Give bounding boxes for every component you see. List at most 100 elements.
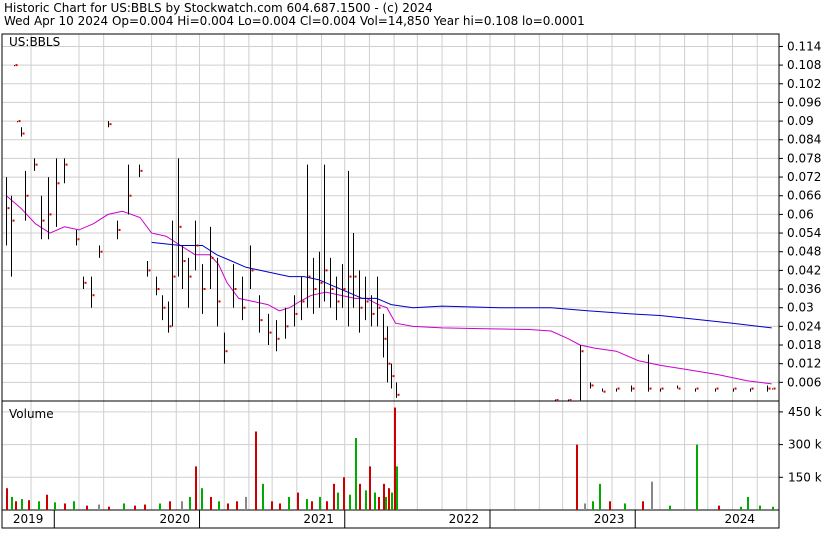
price-bar — [371, 295, 375, 327]
volume-bar — [86, 505, 88, 510]
volume-bar — [236, 501, 238, 510]
price-bar-close — [100, 250, 103, 253]
price-tick-label: 0.102 — [787, 77, 821, 91]
volume-tick-label: 450 k — [788, 405, 822, 419]
moving-average-lines — [6, 195, 772, 385]
price-bar-close — [343, 288, 346, 291]
price-bar-close — [92, 294, 95, 297]
price-bar-close — [337, 300, 340, 303]
price-bar-close — [366, 300, 369, 303]
price-bar-close — [388, 362, 391, 365]
volume-bar — [144, 504, 146, 510]
price-bar — [590, 382, 594, 389]
year-label: 2020 — [160, 512, 191, 526]
price-bar-close — [7, 207, 10, 210]
volume-bar — [747, 496, 749, 510]
price-bar-close — [277, 337, 280, 340]
price-bar — [580, 345, 584, 401]
price-bar — [202, 264, 206, 314]
volume-bar — [718, 505, 720, 510]
price-bar-close — [308, 275, 311, 278]
price-tick-label: 0.114 — [787, 39, 821, 53]
price-bar — [733, 387, 737, 392]
price-bar — [156, 276, 160, 296]
price-bar — [285, 307, 289, 339]
volume-bar — [21, 499, 23, 510]
volume-bar — [159, 503, 161, 510]
volume-bar — [374, 492, 376, 510]
price-tick-label: 0.042 — [787, 263, 821, 277]
volume-bar — [46, 494, 48, 510]
price-bar — [64, 158, 68, 184]
volume-bar — [759, 505, 761, 510]
price-bar — [660, 387, 664, 392]
price-bar — [6, 177, 10, 246]
volume-bar — [333, 483, 335, 510]
price-tick-label: 0.072 — [787, 170, 821, 184]
price-bar-close — [196, 244, 199, 247]
volume-bar — [189, 496, 191, 510]
price-bar — [307, 164, 311, 308]
price-tick-label: 0.078 — [787, 151, 821, 165]
volume-bar — [319, 496, 321, 510]
price-bar-close — [243, 306, 246, 309]
volume-bar — [210, 496, 212, 510]
volume-axis-ticks: 450 k 300 k 150 k — [779, 405, 822, 484]
price-gridlines — [2, 34, 779, 401]
volume-bar — [584, 503, 586, 510]
price-bar-close — [751, 387, 754, 390]
price-bar — [56, 158, 60, 227]
price-tick-label: 0.066 — [787, 189, 821, 203]
price-bar-close — [325, 269, 328, 272]
price-bar — [631, 385, 635, 392]
year-axis-labels: 2019 2020 2021 2022 2023 2024 — [13, 510, 755, 528]
price-tick-label: 0.006 — [787, 375, 821, 389]
volume-bar — [385, 496, 387, 510]
price-bar — [108, 121, 112, 128]
price-panel-frame — [1, 33, 780, 402]
price-bar — [242, 276, 246, 321]
volume-panel-label: Volume — [9, 407, 54, 421]
chart-header-line1: Historic Chart for US:BBLS by Stockwatch… — [4, 1, 433, 15]
volume-bar — [297, 492, 299, 510]
price-bar-close — [203, 288, 206, 291]
volume-bar — [11, 496, 13, 510]
price-bar — [319, 251, 323, 308]
price-bar-close — [12, 219, 15, 222]
price-bar-close — [392, 375, 395, 378]
price-bar-close — [649, 387, 652, 390]
price-bar-close — [225, 350, 228, 353]
price-bar-close — [696, 387, 699, 390]
volume-bar — [28, 500, 30, 510]
price-bar — [330, 257, 334, 308]
price-tick-label: 0.09 — [787, 114, 814, 128]
volume-bar — [609, 501, 611, 510]
volume-bar — [134, 505, 136, 510]
price-bar-close — [26, 194, 29, 197]
price-bar-close — [581, 350, 584, 353]
volume-bar — [73, 501, 75, 510]
volume-bar — [772, 506, 774, 510]
price-bar-close — [302, 300, 305, 303]
price-bar — [117, 220, 121, 240]
price-bar-close — [372, 312, 375, 315]
volume-bar — [337, 492, 339, 510]
price-bar-close — [678, 387, 681, 390]
price-tick-label: 0.048 — [787, 245, 821, 259]
price-bar — [172, 220, 176, 327]
price-bar-close — [169, 325, 172, 328]
volume-bar — [262, 483, 264, 510]
price-bar-close — [617, 387, 620, 390]
price-bar-close — [22, 132, 25, 135]
volume-bar — [396, 466, 398, 510]
price-bar — [210, 226, 214, 290]
year-label: 2023 — [594, 512, 625, 526]
price-bar — [162, 295, 166, 321]
price-bar — [750, 387, 754, 392]
price-bar-close — [148, 269, 151, 272]
price-bar — [224, 332, 228, 364]
price-bar-close — [734, 387, 737, 390]
volume-bar — [123, 503, 125, 510]
price-bar — [178, 158, 182, 277]
price-bar-close — [632, 387, 635, 390]
